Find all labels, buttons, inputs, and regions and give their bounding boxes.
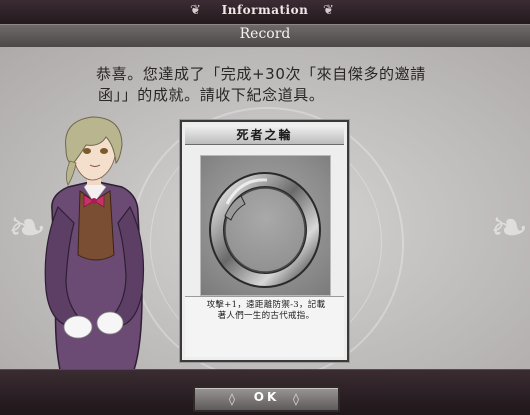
achievement-message: 恭喜。您達成了「完成+30次「來自傑多的邀請 函」」的成就。請收下紀念道具。 bbox=[96, 64, 476, 106]
description-line: 攻擊+1，遠距離防禦-3，記載 bbox=[206, 300, 326, 310]
ok-button[interactable]: ◊ OK ◊ bbox=[193, 386, 340, 412]
achievement-dialog: ❦ Information ❦ Record ❧ ❧ 恭喜。您達成了「完成+30… bbox=[0, 0, 530, 415]
dialog-title: Information bbox=[221, 3, 309, 17]
flourish-right-icon: ❦ bbox=[323, 3, 334, 18]
right-ornament-icon: ❧ bbox=[490, 200, 529, 254]
item-description: 攻擊+1，遠距離防禦-3，記載 著人們一生的古代戒指。 bbox=[199, 300, 333, 322]
ok-deco-right-icon: ◊ bbox=[293, 392, 299, 406]
subtitle-bar: Record bbox=[0, 24, 530, 48]
ok-button-label: OK bbox=[253, 390, 280, 404]
item-image-frame bbox=[200, 155, 331, 296]
character-portrait bbox=[44, 116, 145, 370]
title-bar: ❦ Information ❦ bbox=[0, 0, 530, 25]
message-line: 恭喜。您達成了「完成+30次「來自傑多的邀請 bbox=[96, 65, 426, 83]
footer-bar: ◊ OK ◊ bbox=[0, 369, 530, 415]
item-name-bar: 死者之輪 bbox=[185, 125, 344, 145]
item-description-box: 攻擊+1，遠距離防禦-3，記載 著人們一生的古代戒指。 bbox=[185, 296, 344, 357]
item-name: 死者之輪 bbox=[236, 128, 293, 142]
item-card: 死者之輪 攻擊+1，遠距離防禦-3，記載 著人們一生的古代戒指。 bbox=[180, 120, 349, 362]
ring-icon bbox=[209, 172, 321, 288]
dialog-subtitle: Record bbox=[239, 26, 291, 42]
message-line: 函」」的成就。請收下紀念道具。 bbox=[98, 86, 325, 104]
description-line: 著人們一生的古代戒指。 bbox=[217, 311, 315, 321]
